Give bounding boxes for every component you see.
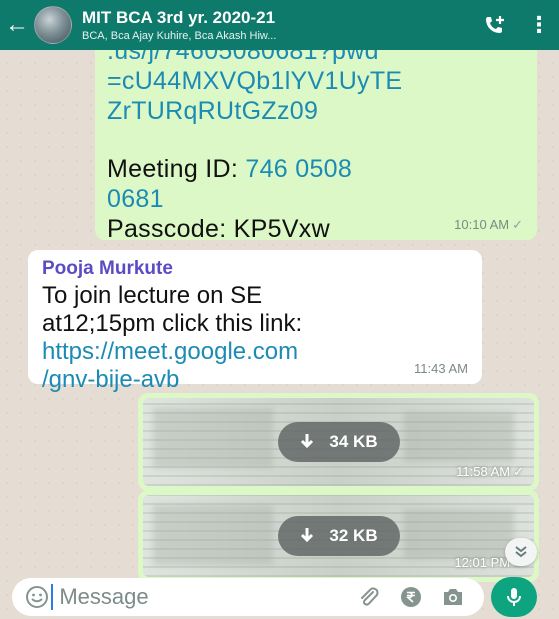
message-time: 12:01 PM bbox=[454, 555, 511, 570]
message-text: To join lecture on SE bbox=[42, 282, 263, 309]
message-composer bbox=[12, 578, 484, 616]
outgoing-message[interactable]: .us/j/74605080681?pwd =cU44MXVQb1lYV1UyT… bbox=[95, 28, 537, 243]
file-message[interactable]: 32 KB 12:01 PM✓ bbox=[138, 490, 539, 582]
payment-button[interactable] bbox=[390, 586, 432, 608]
rupee-icon bbox=[400, 587, 421, 607]
message-time: 10:10 AM bbox=[454, 217, 510, 232]
message-time: 11:43 AM bbox=[414, 361, 468, 376]
check-icon: ✓ bbox=[513, 464, 524, 479]
sender-name[interactable]: Pooja Murkute bbox=[42, 256, 468, 282]
voice-record-button[interactable] bbox=[491, 577, 537, 617]
check-icon: ✓ bbox=[512, 217, 523, 232]
mic-icon bbox=[507, 588, 521, 606]
download-icon bbox=[301, 434, 314, 449]
download-button[interactable]: 32 KB bbox=[277, 516, 400, 556]
more-vert-icon: ⋮ bbox=[528, 12, 550, 37]
message-meta: 10:10 AM ✓ bbox=[454, 216, 523, 234]
group-avatar[interactable] bbox=[34, 6, 72, 44]
incoming-message[interactable]: Pooja Murkute To join lecture on SE at12… bbox=[28, 250, 482, 393]
file-size: 34 KB bbox=[329, 432, 378, 451]
file-thumbnail[interactable]: 32 KB 12:01 PM✓ bbox=[143, 495, 534, 577]
zoom-link-line[interactable]: ZrTURqRUtGZz09 bbox=[107, 96, 523, 126]
download-icon bbox=[301, 528, 314, 543]
chat-header: ← MIT BCA 3rd yr. 2020-21 BCA, Bca Ajay … bbox=[0, 0, 559, 50]
meet-link[interactable]: https://meet.google.com bbox=[42, 338, 468, 366]
add-call-button[interactable] bbox=[471, 0, 519, 50]
file-size: 32 KB bbox=[329, 526, 378, 545]
download-button[interactable]: 34 KB bbox=[277, 422, 400, 462]
meet-link[interactable]: /gnv-bije-avb bbox=[42, 366, 468, 394]
meeting-id-value[interactable]: 746 0508 bbox=[245, 155, 352, 183]
message-text: at12;15pm click this link: bbox=[42, 310, 303, 337]
scroll-to-bottom-button[interactable] bbox=[505, 538, 537, 566]
chat-title: MIT BCA 3rd yr. 2020-21 bbox=[82, 8, 276, 27]
meeting-id-value-cont[interactable]: 0681 bbox=[107, 184, 523, 214]
more-options-button[interactable]: ⋮ bbox=[519, 0, 559, 50]
add-call-icon bbox=[486, 16, 504, 33]
emoji-button[interactable] bbox=[22, 585, 51, 609]
camera-button[interactable] bbox=[432, 587, 474, 607]
file-message[interactable]: 34 KB 11:58 AM ✓ bbox=[138, 393, 539, 491]
attach-icon bbox=[361, 587, 379, 606]
emoji-icon bbox=[25, 586, 48, 608]
chat-title-block[interactable]: MIT BCA 3rd yr. 2020-21 BCA, Bca Ajay Ku… bbox=[82, 8, 471, 42]
back-arrow-icon: ← bbox=[5, 11, 29, 38]
meeting-id-line: Meeting ID: 746 0508 bbox=[107, 154, 523, 184]
chat-participants: BCA, Bca Ajay Kuhire, Bca Akash Hiw... bbox=[82, 30, 277, 42]
attach-button[interactable] bbox=[347, 586, 389, 608]
zoom-link-line[interactable]: =cU44MXVQb1lYV1UyTE bbox=[107, 66, 523, 96]
message-input[interactable] bbox=[51, 584, 348, 610]
message-time: 11:58 AM bbox=[456, 464, 511, 479]
message-meta: 11:43 AM bbox=[414, 360, 468, 378]
file-thumbnail[interactable]: 34 KB 11:58 AM ✓ bbox=[143, 398, 534, 486]
meeting-id-label: Meeting ID: bbox=[107, 155, 239, 183]
back-button[interactable]: ← bbox=[0, 0, 34, 50]
camera-icon bbox=[443, 589, 462, 605]
message-meta: 11:58 AM ✓ bbox=[456, 464, 524, 480]
double-chevron-down-icon bbox=[515, 546, 527, 558]
